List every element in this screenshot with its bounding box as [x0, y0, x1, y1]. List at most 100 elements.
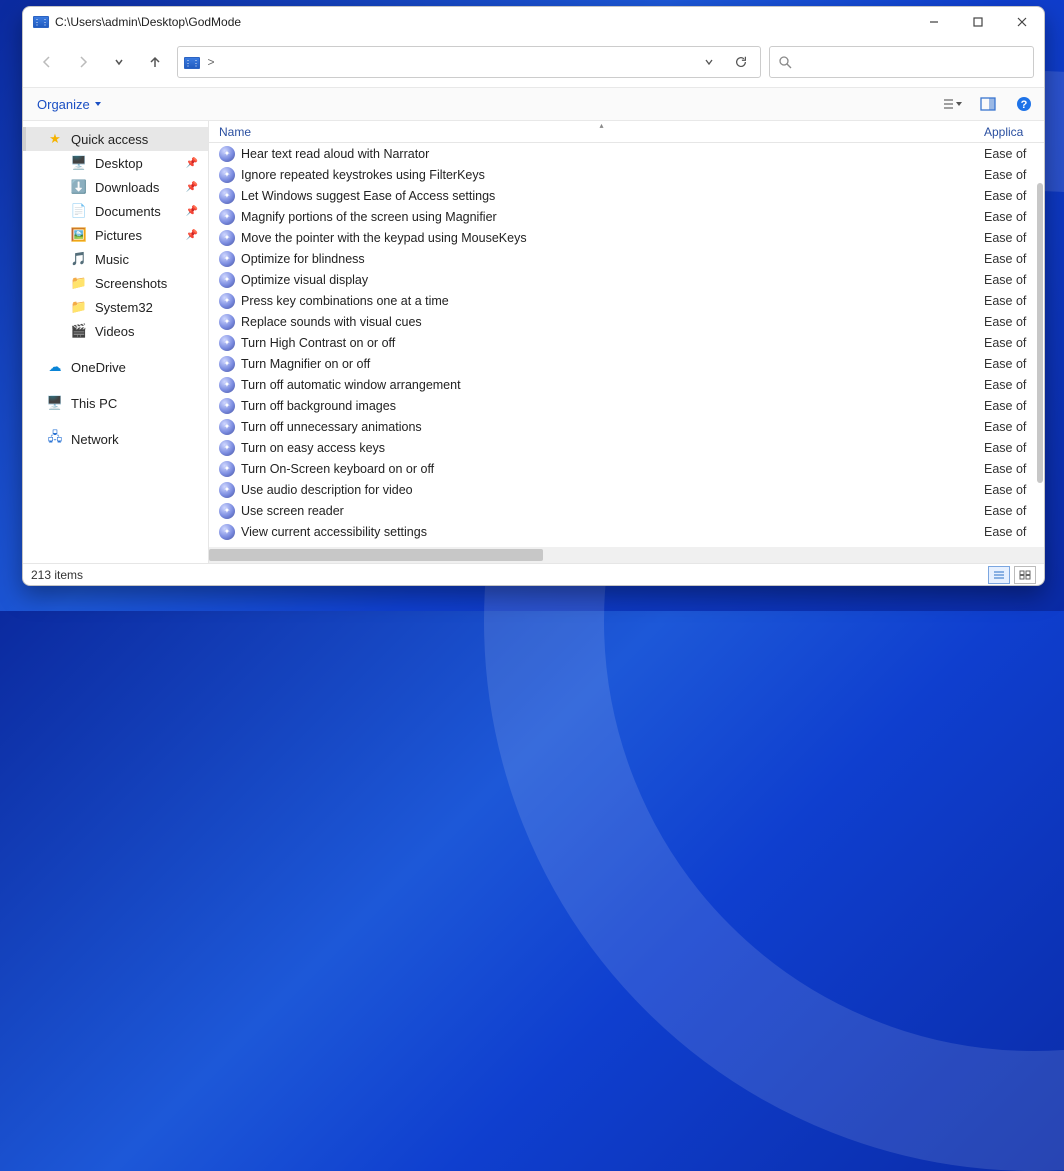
sidebar-item[interactable]: 📁Screenshots	[23, 271, 208, 295]
sidebar-label: OneDrive	[71, 360, 126, 375]
folder-icon: ⬇️	[71, 179, 87, 195]
layout-options-button[interactable]	[942, 94, 962, 114]
vertical-scrollbar[interactable]	[1034, 143, 1044, 547]
view-large-icons-button[interactable]	[1014, 566, 1036, 584]
horizontal-scrollbar[interactable]	[209, 547, 1044, 563]
search-input[interactable]	[769, 46, 1034, 78]
list-item[interactable]: ✦Let Windows suggest Ease of Access sett…	[209, 185, 1044, 206]
folder-icon: 📄	[71, 203, 87, 219]
item-name: Use screen reader	[241, 504, 984, 518]
control-panel-item-icon: ✦	[219, 377, 235, 393]
sidebar-item-label: Pictures	[95, 228, 142, 243]
sidebar-item-label: Videos	[95, 324, 135, 339]
sidebar-label: This PC	[71, 396, 117, 411]
column-header-application[interactable]: Applica	[984, 125, 1044, 139]
organize-menu[interactable]: Organize	[37, 97, 102, 112]
titlebar: ⋮⋮ C:\Users\admin\Desktop\GodMode	[23, 7, 1044, 37]
column-headers[interactable]: Name ▴ Applica	[209, 121, 1044, 143]
back-button[interactable]	[33, 48, 61, 76]
sidebar-item-label: Documents	[95, 204, 161, 219]
list-item[interactable]: ✦Magnify portions of the screen using Ma…	[209, 206, 1044, 227]
list-item[interactable]: ✦ Ignore repeated keystrokes using Filter…	[209, 164, 1044, 185]
list-item[interactable]: ✦Turn High Contrast on or offEase of	[209, 332, 1044, 353]
address-dropdown-button[interactable]	[696, 49, 722, 75]
control-panel-item-icon: ✦	[219, 440, 235, 456]
control-panel-item-icon: ✦	[219, 167, 235, 183]
body: ★ Quick access 🖥️Desktop📌⬇️Downloads📌 📄 Do…	[23, 121, 1044, 563]
item-name: Optimize visual display	[241, 273, 984, 287]
item-name: Turn on easy access keys	[241, 441, 984, 455]
address-bar[interactable]: ⋮⋮ >	[177, 46, 761, 78]
control-panel-item-icon: ✦	[219, 335, 235, 351]
sidebar-quick-access[interactable]: ★ Quick access	[23, 127, 208, 151]
refresh-button[interactable]	[728, 49, 754, 75]
sidebar-this-pc[interactable]: 🖥️ This PC	[23, 391, 208, 415]
list-item[interactable]: ✦Optimize for blindnessEase of	[209, 248, 1044, 269]
sidebar-network[interactable]: 🖧 Network	[23, 427, 208, 451]
list-item[interactable]: ✦Press key combinations one at a timeEas…	[209, 290, 1044, 311]
list-item[interactable]: ✦Turn off background imagesEase of	[209, 395, 1044, 416]
sidebar-item[interactable]: 📁 System32	[23, 295, 208, 319]
item-name: Ignore repeated keystrokes using FilterK…	[241, 168, 984, 182]
forward-button[interactable]	[69, 48, 97, 76]
list-item[interactable]: ✦Move the pointer with the keypad using …	[209, 227, 1044, 248]
list-item[interactable]: ✦Turn off unnecessary animationsEase of	[209, 416, 1044, 437]
item-name: View current accessibility settings	[241, 525, 984, 539]
help-button[interactable]: ?	[1014, 94, 1034, 114]
up-button[interactable]	[141, 48, 169, 76]
list-item[interactable]: ✦Turn on easy access keysEase of	[209, 437, 1044, 458]
breadcrumb-separator[interactable]: >	[206, 55, 216, 69]
horizontal-scroll-thumb[interactable]	[209, 549, 543, 561]
list-item[interactable]: ✦Use screen readerEase of	[209, 500, 1044, 521]
preview-pane-button[interactable]	[978, 94, 998, 114]
sidebar-item[interactable]: 📄Documents📌	[23, 199, 208, 223]
sidebar-item[interactable]: ⬇️Downloads📌	[23, 175, 208, 199]
control-panel-item-icon: ✦	[219, 146, 235, 162]
maximize-button[interactable]	[956, 7, 1000, 37]
list-item[interactable]: ✦Turn Magnifier on or offEase of	[209, 353, 1044, 374]
list-item[interactable]: ✦View current accessibility settingsEase…	[209, 521, 1044, 542]
address-icon: ⋮⋮	[184, 55, 200, 70]
item-name: Turn off unnecessary animations	[241, 420, 984, 434]
item-name: Turn off automatic window arrangement	[241, 378, 984, 392]
list-item[interactable]: ✦Use audio description for videoEase of	[209, 479, 1044, 500]
pin-icon: 📌	[186, 182, 198, 193]
folder-icon: 🎬	[71, 323, 87, 339]
list-item[interactable]: ✦Hear text read aloud with NarratorEase …	[209, 143, 1044, 164]
sidebar-item[interactable]: 🖼️Pictures📌	[23, 223, 208, 247]
window-title: C:\Users\admin\Desktop\GodMode	[55, 15, 241, 29]
item-name: Turn On-Screen keyboard on or off	[241, 462, 984, 476]
sidebar-item[interactable]: 🖥️Desktop📌	[23, 151, 208, 175]
folder-icon: 📁	[71, 299, 87, 315]
minimize-button[interactable]	[912, 7, 956, 37]
sidebar-item-label: Screenshots	[95, 276, 167, 291]
recent-locations-button[interactable]	[105, 48, 133, 76]
item-name: Turn Magnifier on or off	[241, 357, 984, 371]
control-panel-item-icon: ✦	[219, 272, 235, 288]
item-name: Move the pointer with the keypad using M…	[241, 231, 984, 245]
sidebar-item-label: System32	[95, 300, 153, 315]
item-name: Press key combinations one at a time	[241, 294, 984, 308]
navigation-pane[interactable]: ★ Quick access 🖥️Desktop📌⬇️Downloads📌 📄 Do…	[23, 121, 209, 563]
list-item[interactable]: ✦Optimize visual displayEase of	[209, 269, 1044, 290]
sidebar-onedrive[interactable]: ☁ OneDrive	[23, 355, 208, 379]
folder-icon: 🖼️	[71, 227, 87, 243]
list-item[interactable]: ✦Turn On-Screen keyboard on or offEase o…	[209, 458, 1044, 479]
list-item[interactable]: ✦Turn off automatic window arrangementEa…	[209, 374, 1044, 395]
content-pane: Name ▴ Applica ✦Hear text read aloud wit…	[209, 121, 1044, 563]
pin-icon: 📌	[186, 158, 198, 169]
column-header-name[interactable]: Name ▴	[219, 125, 984, 139]
sidebar-item-label: Music	[95, 252, 129, 267]
item-name: Let Windows suggest Ease of Access setti…	[241, 189, 984, 203]
vertical-scroll-thumb[interactable]	[1037, 183, 1043, 483]
view-details-button[interactable]	[988, 566, 1010, 584]
sidebar-item[interactable]: 🎵 Music	[23, 247, 208, 271]
control-panel-item-icon: ✦	[219, 251, 235, 267]
folder-icon: 🎵	[71, 251, 87, 267]
control-panel-item-icon: ✦	[219, 461, 235, 477]
list-item[interactable]: ✦Replace sounds with visual cuesEase of	[209, 311, 1044, 332]
file-list[interactable]: ✦Hear text read aloud with NarratorEase …	[209, 143, 1044, 563]
close-button[interactable]	[1000, 7, 1044, 37]
folder-icon: 🖥️	[71, 155, 87, 171]
sidebar-item[interactable]: 🎬 Videos	[23, 319, 208, 343]
